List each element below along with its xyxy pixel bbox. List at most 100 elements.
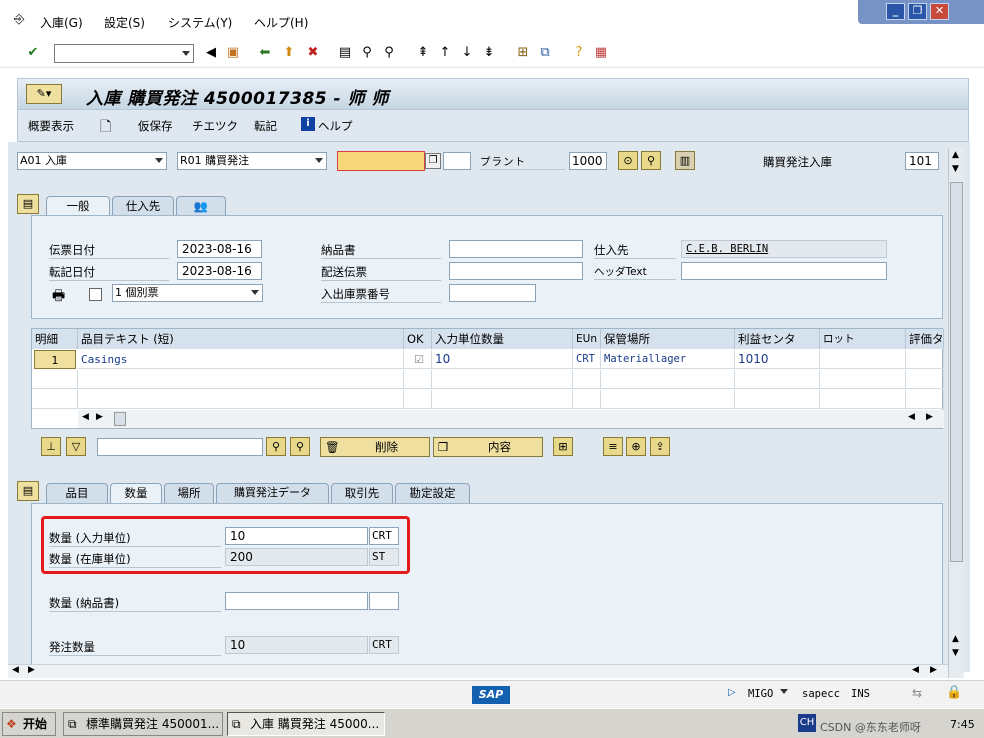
first-page-icon[interactable]: ⇞ <box>414 44 432 62</box>
find-icon[interactable]: ⚲ <box>266 437 286 456</box>
sloc-cell[interactable]: Materiallager <box>601 350 735 369</box>
qty-delnote-field[interactable] <box>225 592 368 610</box>
language-indicator[interactable]: CH <box>798 714 816 732</box>
cancel-icon[interactable]: ✖ <box>304 44 322 62</box>
tab-material[interactable]: 品目 <box>46 483 108 503</box>
print-checkbox[interactable] <box>89 288 102 301</box>
collapse-item-icon[interactable]: ▤ <box>17 481 39 501</box>
save-icon[interactable]: ▣ <box>224 44 242 62</box>
tab-partner[interactable]: 取引先 <box>331 483 393 503</box>
print-option-select[interactable]: 1 個別票 <box>112 284 263 302</box>
last-page-icon[interactable]: ⇟ <box>480 44 498 62</box>
expand-icon[interactable]: ⊞ <box>553 437 573 456</box>
transaction-select[interactable]: A01 入庫 <box>17 152 167 170</box>
qty-cell[interactable]: 10 <box>432 350 573 369</box>
minimize-button[interactable]: _ <box>886 3 905 20</box>
valuation-cell[interactable] <box>906 350 944 369</box>
header-text-field[interactable] <box>681 262 887 280</box>
post-button[interactable]: 転記 <box>254 118 277 134</box>
task-purchase-order[interactable]: ⧉ 標準購買発注 450001... <box>63 712 223 736</box>
gr-slip-field[interactable] <box>449 284 536 302</box>
column-header-text[interactable]: 品目テキスト (短) <box>78 329 404 349</box>
column-header-qty[interactable]: 入力単位数量 <box>432 329 573 349</box>
scroll-right-icon[interactable]: ▶ <box>96 412 103 422</box>
layout-menu-icon[interactable]: ▦ <box>592 44 610 62</box>
horizontal-scrollbar[interactable]: ◀ ▶ ◀ ▶ <box>78 410 944 428</box>
info-icon[interactable]: i <box>301 117 315 131</box>
maximize-button[interactable]: ❐ <box>908 3 927 20</box>
delivery-note-field[interactable] <box>449 240 583 258</box>
line-number-button[interactable]: 1 <box>34 350 76 369</box>
movement-type-field[interactable]: 101 <box>905 152 939 170</box>
find-next-icon[interactable]: ⚲ <box>380 44 398 62</box>
check-button[interactable]: チエツク <box>192 118 238 134</box>
scroll-left-icon[interactable]: ◀ <box>908 412 915 422</box>
tab-where[interactable]: 場所 <box>164 483 214 503</box>
print-item-icon[interactable]: ⊥ <box>41 437 61 456</box>
item-search-field[interactable] <box>97 438 263 456</box>
unit-cell[interactable]: CRT <box>573 350 601 369</box>
column-header-batch[interactable]: ロット <box>820 329 906 349</box>
lock-icon[interactable]: 🔒 <box>946 685 962 700</box>
scroll-left-icon[interactable]: ◀ <box>12 665 19 675</box>
column-header-sloc[interactable]: 保管場所 <box>601 329 735 349</box>
back-icon[interactable]: ⬅ <box>256 44 274 62</box>
reference-select[interactable]: R01 購買発注 <box>177 152 327 170</box>
scroll-down-icon[interactable]: ▼ <box>952 164 959 174</box>
help-icon[interactable]: ? <box>570 44 588 62</box>
profit-center-cell[interactable]: 1010 <box>735 350 820 369</box>
tab-po-data[interactable]: 購買発注データ <box>216 483 329 503</box>
enter-icon[interactable]: ✔ <box>24 44 42 62</box>
tab-account-assignment[interactable]: 勘定設定 <box>395 483 470 503</box>
scroll-down-icon[interactable]: ▼ <box>952 648 959 658</box>
previous-page-icon[interactable]: ↑ <box>436 44 454 62</box>
table-icon[interactable]: ▥ <box>675 151 695 170</box>
print-icon[interactable]: ▤ <box>336 44 354 62</box>
plant-field[interactable]: 1000 <box>569 152 607 170</box>
menu-icon[interactable]: ⎆ <box>14 12 24 27</box>
chevron-down-icon[interactable] <box>182 51 190 56</box>
column-header-line[interactable]: 明細 <box>32 329 78 349</box>
scroll-right-icon[interactable]: ▶ <box>930 665 937 675</box>
layout-icon[interactable]: ⇆ <box>912 686 922 700</box>
column-header-ok[interactable]: OK <box>404 329 432 349</box>
chevron-down-icon[interactable] <box>780 689 788 694</box>
scroll-right-icon[interactable]: ▶ <box>926 412 933 422</box>
column-header-unit[interactable]: EUn <box>573 329 601 349</box>
doc-date-field[interactable]: 2023-08-16 <box>177 240 262 258</box>
menu-button-icon[interactable]: ✎▾ <box>26 84 62 104</box>
help-button[interactable]: ヘルプ <box>318 118 353 134</box>
stack-icon[interactable]: ≡ <box>603 437 623 456</box>
menu-settings[interactable]: 設定(S) <box>104 14 145 31</box>
play-icon[interactable]: ▷ <box>728 687 736 698</box>
menu-goods-receipt[interactable]: 入庫(G) <box>40 14 83 31</box>
scroll-up-icon[interactable]: ▲ <box>952 634 959 644</box>
tab-general[interactable]: 一般 <box>46 196 110 216</box>
upload-icon[interactable]: ⇪ <box>650 437 670 456</box>
menu-help[interactable]: ヘルプ(H) <box>254 14 308 31</box>
copy-icon[interactable]: ❐ <box>425 153 441 169</box>
create-session-icon[interactable]: ⊞ <box>514 44 532 62</box>
shortcut-icon[interactable]: ⧉ <box>536 44 554 62</box>
column-header-profit-center[interactable]: 利益センタ <box>735 329 820 349</box>
qty-delnote-unit[interactable] <box>369 592 399 610</box>
add-item-icon[interactable]: ⊕ <box>626 437 646 456</box>
overview-button[interactable]: 概要表示 <box>28 118 74 134</box>
find-next-icon[interactable]: ⚲ <box>290 437 310 456</box>
scroll-left-icon[interactable]: ◀ <box>912 665 919 675</box>
page-horizontal-scrollbar[interactable]: ◀ ▶ ◀ ▶ <box>8 664 948 678</box>
menu-system[interactable]: システム(Y) <box>168 14 232 31</box>
tab-quantity[interactable]: 数量 <box>110 483 162 503</box>
po-number-field[interactable] <box>337 151 425 171</box>
delete-button[interactable]: 🗑 削除 <box>320 437 430 457</box>
contents-button[interactable]: ❐ 内容 <box>433 437 543 457</box>
tab-partners-icon[interactable]: 👥 <box>176 196 226 216</box>
item-text-cell[interactable]: Casings <box>78 350 404 369</box>
binoculars-icon[interactable]: ⚲ <box>641 151 661 170</box>
scroll-right-icon[interactable]: ▶ <box>28 665 35 675</box>
new-document-icon[interactable]: 🗋 <box>100 116 111 140</box>
close-button[interactable]: ✕ <box>930 3 949 20</box>
hold-button[interactable]: 仮保存 <box>138 118 173 134</box>
tab-vendor[interactable]: 仕入先 <box>112 196 174 216</box>
start-button[interactable]: ❖ 开始 <box>2 712 56 736</box>
